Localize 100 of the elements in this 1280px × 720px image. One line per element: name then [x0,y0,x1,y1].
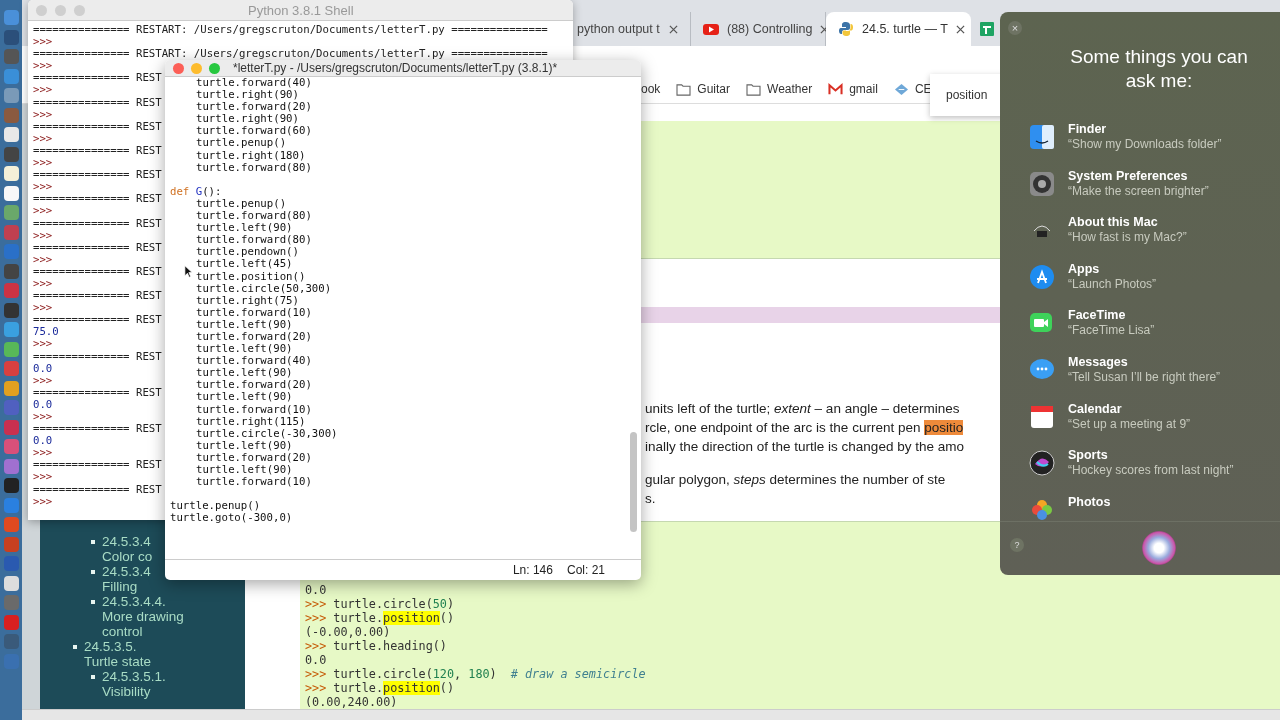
shell-line: =============== REST [33,241,162,254]
suggestion-example: “How fast is my Mac?” [1068,230,1187,246]
code-line: turtle.forward(20) [196,101,312,114]
app-icon[interactable] [3,341,19,357]
code-line: turtle.forward(10) [196,306,312,319]
code-line: (0.00,240.00) [305,695,398,709]
code-line: turtle.right(115) [196,415,306,428]
app-icon[interactable] [3,166,19,181]
app-icon[interactable] [3,127,19,142]
window-close-button[interactable] [173,62,184,74]
code-line: turtle.forward(40) [196,77,312,90]
code-line: turtle.penup() [196,197,287,211]
code-line: turtle.left(90) [196,318,293,331]
shell-line: >>> [33,302,53,315]
close-icon[interactable] [955,24,965,34]
code-line: turtle.forward(20) [196,379,312,392]
sidebar-link[interactable]: 24.5.3.5. Turtle state [84,639,152,669]
close-icon[interactable] [669,24,678,34]
sidebar-link[interactable]: 24.5.3.4.4. More drawing control [102,594,222,639]
code-line: >>> turtle.circle(120, 180) # draw a semicircle [305,667,646,681]
bullet-mark [73,645,77,649]
paragraph-line: units left of the turtle; extent – an angle – determines [645,400,960,419]
code-line: >>> turtle.heading() [305,639,447,653]
orb-icon [1029,450,1055,477]
code-line: turtle.forward(80) [196,161,312,174]
folder-icon [746,82,762,96]
python-icon [838,21,854,37]
bookmark[interactable]: CE [893,82,932,96]
shell-line: >>> [33,181,53,194]
shell-line: >>> [33,447,53,460]
window-title: Python 3.8.1 Shell [248,2,354,18]
shell-line: >>> [33,253,53,266]
zoom-button[interactable] [74,4,85,16]
window-title: *letterT.py - /Users/gregscruton/Documents/letterT.py (3.8.1)* [233,61,558,75]
shell-line: >>> [33,84,53,97]
app-icon[interactable] [3,302,19,318]
code-line: turtle.left(90) [196,439,293,452]
suggestion-example: “Show my Downloads folder” [1068,137,1222,152]
zoom-button[interactable] [209,62,220,74]
shell-line: >>> [33,108,53,121]
suggestion-title: About this Mac [1068,215,1159,231]
face-icon [1029,124,1055,150]
code-line: turtle.pendown() [196,246,299,259]
window-close-button[interactable] [36,4,47,16]
suggestion-example: “Hockey scores from last night” [1068,463,1234,479]
app-icon[interactable] [3,478,19,493]
close-button[interactable]: × [1008,21,1022,35]
paragraph-line: s. [645,490,656,509]
suggestion-title: Finder [1068,122,1108,137]
minimize-button[interactable] [191,62,202,74]
mail-icon [828,82,844,96]
code-line: turtle.position() [196,270,306,283]
browser-tab[interactable]: 24.5. turtle — T [826,12,971,46]
shell-line: =============== REST [33,144,162,158]
code-line: turtle.penup() [170,500,261,513]
app-icon[interactable] [3,185,19,201]
bookmark[interactable]: Guitar [676,82,731,96]
suggestion-title: Calendar [1068,401,1123,417]
siri-orb-icon[interactable] [1142,531,1176,565]
code-line: turtle.right(90) [196,113,299,126]
app-icon[interactable] [3,575,19,591]
code-line: >>> turtle.position() [305,611,455,625]
code-line: turtle.circle(50,300) [196,282,332,295]
bookmark[interactable]: Weather [746,82,813,96]
sidebar-link[interactable]: 24.5.3.5.1. Visibility [102,669,166,699]
code-line: turtle.left(45) [196,258,293,271]
shell-line: =============== REST [33,290,162,303]
code-line: >>> turtle.circle(50) [305,597,455,611]
shell-line: =============== REST [33,483,162,496]
suggestion-example: “Set up a meeting at 9” [1068,416,1191,432]
code-line: turtle.right(75) [196,294,299,307]
code-line: turtle.forward(10) [196,476,312,489]
code-line: (-0.00,0.00) [305,625,391,639]
paragraph-line: rcle, one endpoint of the arc is the current pen positio [645,419,964,438]
suggestion-title: Apps [1068,261,1101,277]
code-line: turtle.forward(20) [196,330,312,344]
bookmark[interactable]: gmail [828,82,878,96]
code-line: 0.0 [305,653,327,667]
sidebar-link[interactable]: 24.5.3.4 Color co [102,534,153,564]
minimize-button[interactable] [55,4,66,16]
shell-line: >>> [33,411,53,424]
paragraph-line: inally the direction of the turtle is changed by the amo [645,438,964,457]
shell-line: 0.0 [33,435,53,448]
shell-line: =============== REST [33,265,162,278]
gear-icon [1029,170,1055,197]
shell-line: =============== REST [33,423,162,436]
code-line: turtle.forward(80) [196,210,312,223]
app-icon[interactable] [3,380,19,396]
shell-line: =============== REST [33,314,162,327]
code-line: turtle.left(90) [196,464,293,477]
shell-line: 75.0 [33,326,59,339]
code-line: >>> turtle.position() [305,681,455,695]
sidebar-link[interactable]: 24.5.3.4 Filling [102,564,151,594]
scrollbar-thumb[interactable] [630,432,637,532]
code-line: turtle.forward(80) [196,234,312,247]
bookmark[interactable]: ook [641,82,661,96]
code-line: turtle.circle(-30,300) [196,427,338,440]
suggestion-title: FaceTime [1068,308,1127,324]
shell-line: 0.0 [33,398,53,411]
help-button[interactable]: ? [1010,538,1024,552]
